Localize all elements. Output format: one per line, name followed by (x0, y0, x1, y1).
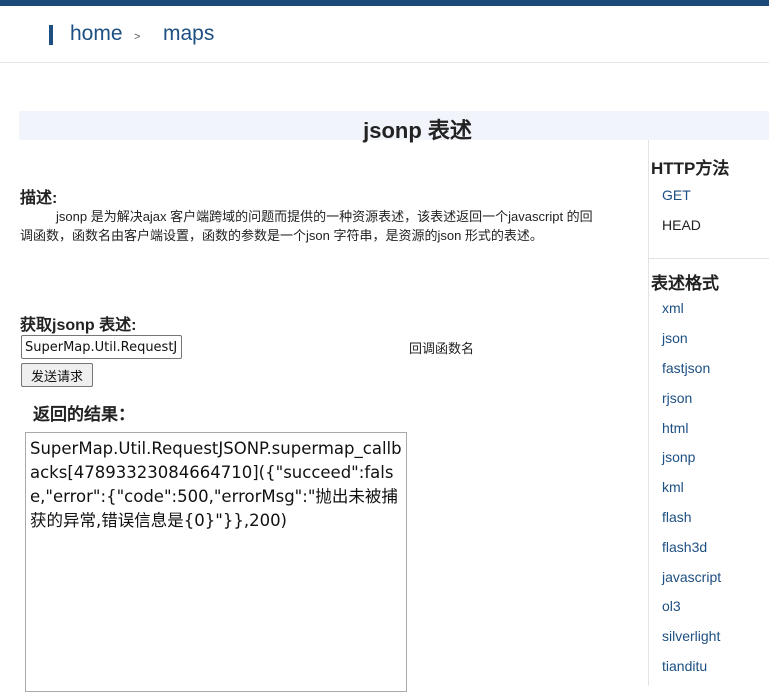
description-heading: 描述: (20, 190, 58, 207)
sidebar-item-kml[interactable]: kml (662, 479, 684, 495)
sidebar-item-get[interactable]: GET (662, 187, 691, 203)
sidebar-item-javascript[interactable]: javascript (662, 569, 721, 585)
result-heading: 返回的结果： (33, 405, 135, 424)
sidebar-item-tianditu[interactable]: tianditu (662, 658, 707, 674)
sidebar-item-jsonp[interactable]: jsonp (662, 449, 695, 465)
breadcrumb-home-link[interactable]: home (70, 22, 123, 46)
breadcrumb-maps-link[interactable]: maps (163, 22, 214, 46)
sidebar-item-flash3d[interactable]: flash3d (662, 539, 707, 555)
formats-heading: 表述格式 (651, 274, 719, 293)
sidebar-item-rjson[interactable]: rjson (662, 390, 692, 406)
sidebar-item-xml[interactable]: xml (662, 300, 684, 316)
sidebar-separator (648, 258, 769, 259)
sidebar-item-head: HEAD (662, 217, 701, 233)
request-heading: 获取jsonp 表述: (20, 317, 137, 334)
sidebar-item-fastjson[interactable]: fastjson (662, 360, 710, 376)
sidebar-item-ol3[interactable]: ol3 (662, 598, 681, 614)
http-methods-heading: HTTP方法 (651, 159, 730, 178)
page-title: jsonp 表述 (363, 118, 472, 143)
sidebar-item-flash[interactable]: flash (662, 509, 692, 525)
breadcrumb-marker (49, 25, 53, 45)
send-request-button[interactable]: 发送请求 (21, 363, 93, 387)
sidebar-item-json[interactable]: json (662, 330, 688, 346)
sidebar-item-html[interactable]: html (662, 420, 688, 436)
callback-name-label: 回调函数名 (409, 341, 475, 356)
result-textarea[interactable]: SuperMap.Util.RequestJSONP.supermap_call… (25, 432, 407, 692)
description-text: jsonp 是为解决ajax 客户端跨域的问题而提供的一种资源表述，该表述返回一… (20, 209, 593, 243)
breadcrumb: home > maps (0, 6, 769, 63)
sidebar-divider (648, 140, 649, 686)
breadcrumb-separator-icon: > (134, 31, 141, 43)
callback-name-input[interactable] (21, 335, 182, 359)
sidebar-item-silverlight[interactable]: silverlight (662, 628, 720, 644)
